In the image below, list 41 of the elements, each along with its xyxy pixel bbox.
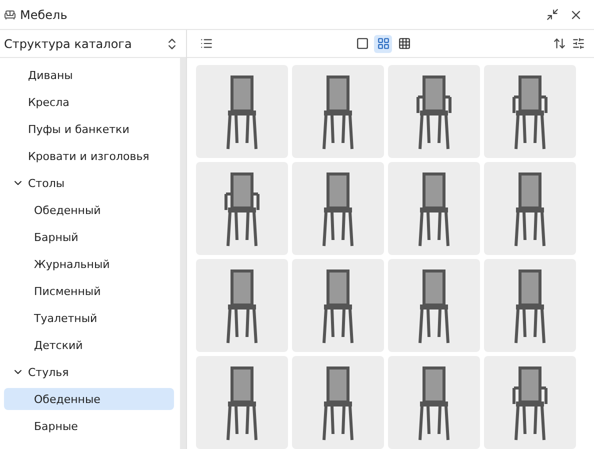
sofa-icon — [4, 8, 16, 20]
product-card[interactable] — [292, 162, 384, 255]
product-card[interactable] — [484, 259, 576, 352]
dense-grid-icon — [398, 37, 410, 50]
product-card[interactable] — [484, 162, 576, 255]
tree-item[interactable]: Обеденный — [4, 199, 174, 221]
tree-item[interactable]: Кресла — [4, 91, 174, 113]
tree-item[interactable]: Писменный — [4, 280, 174, 302]
scrollbar[interactable] — [180, 58, 186, 449]
list-icon — [200, 37, 213, 50]
product-card[interactable] — [196, 259, 288, 352]
product-card[interactable] — [388, 259, 480, 352]
product-card[interactable] — [388, 162, 480, 255]
grid-icon — [376, 37, 390, 50]
tree-item[interactable]: Кровати и изголовья — [4, 145, 174, 167]
window-title: Мебель — [20, 8, 68, 22]
product-card[interactable] — [292, 65, 384, 158]
product-card[interactable] — [292, 356, 384, 449]
tree-item[interactable]: Барные — [4, 415, 174, 437]
product-card[interactable] — [196, 65, 288, 158]
tree-item[interactable]: Пуфы и банкетки — [4, 118, 174, 140]
collapse-icon — [546, 8, 559, 21]
sort-arrows-icon — [553, 37, 566, 50]
product-card[interactable] — [196, 162, 288, 255]
product-card[interactable] — [292, 259, 384, 352]
tree-item[interactable]: Детский — [4, 334, 174, 356]
sidebar-title: Структура каталога — [4, 36, 132, 50]
product-card[interactable] — [196, 356, 288, 449]
tree-item[interactable]: Диваны — [4, 64, 174, 86]
sliders-icon — [572, 37, 585, 50]
product-card[interactable] — [388, 356, 480, 449]
tree-item[interactable]: Стулья — [4, 361, 174, 383]
tree-item[interactable]: Журнальный — [4, 253, 174, 275]
tree-item[interactable]: Столы — [4, 172, 174, 194]
product-card[interactable] — [484, 65, 576, 158]
tree-item[interactable]: Туалетный — [4, 307, 174, 329]
product-card[interactable] — [388, 65, 480, 158]
tree-item[interactable]: Барный — [4, 226, 174, 248]
tree-item[interactable]: Обеденные — [4, 388, 174, 410]
product-card[interactable] — [484, 356, 576, 449]
square-icon — [356, 37, 368, 50]
